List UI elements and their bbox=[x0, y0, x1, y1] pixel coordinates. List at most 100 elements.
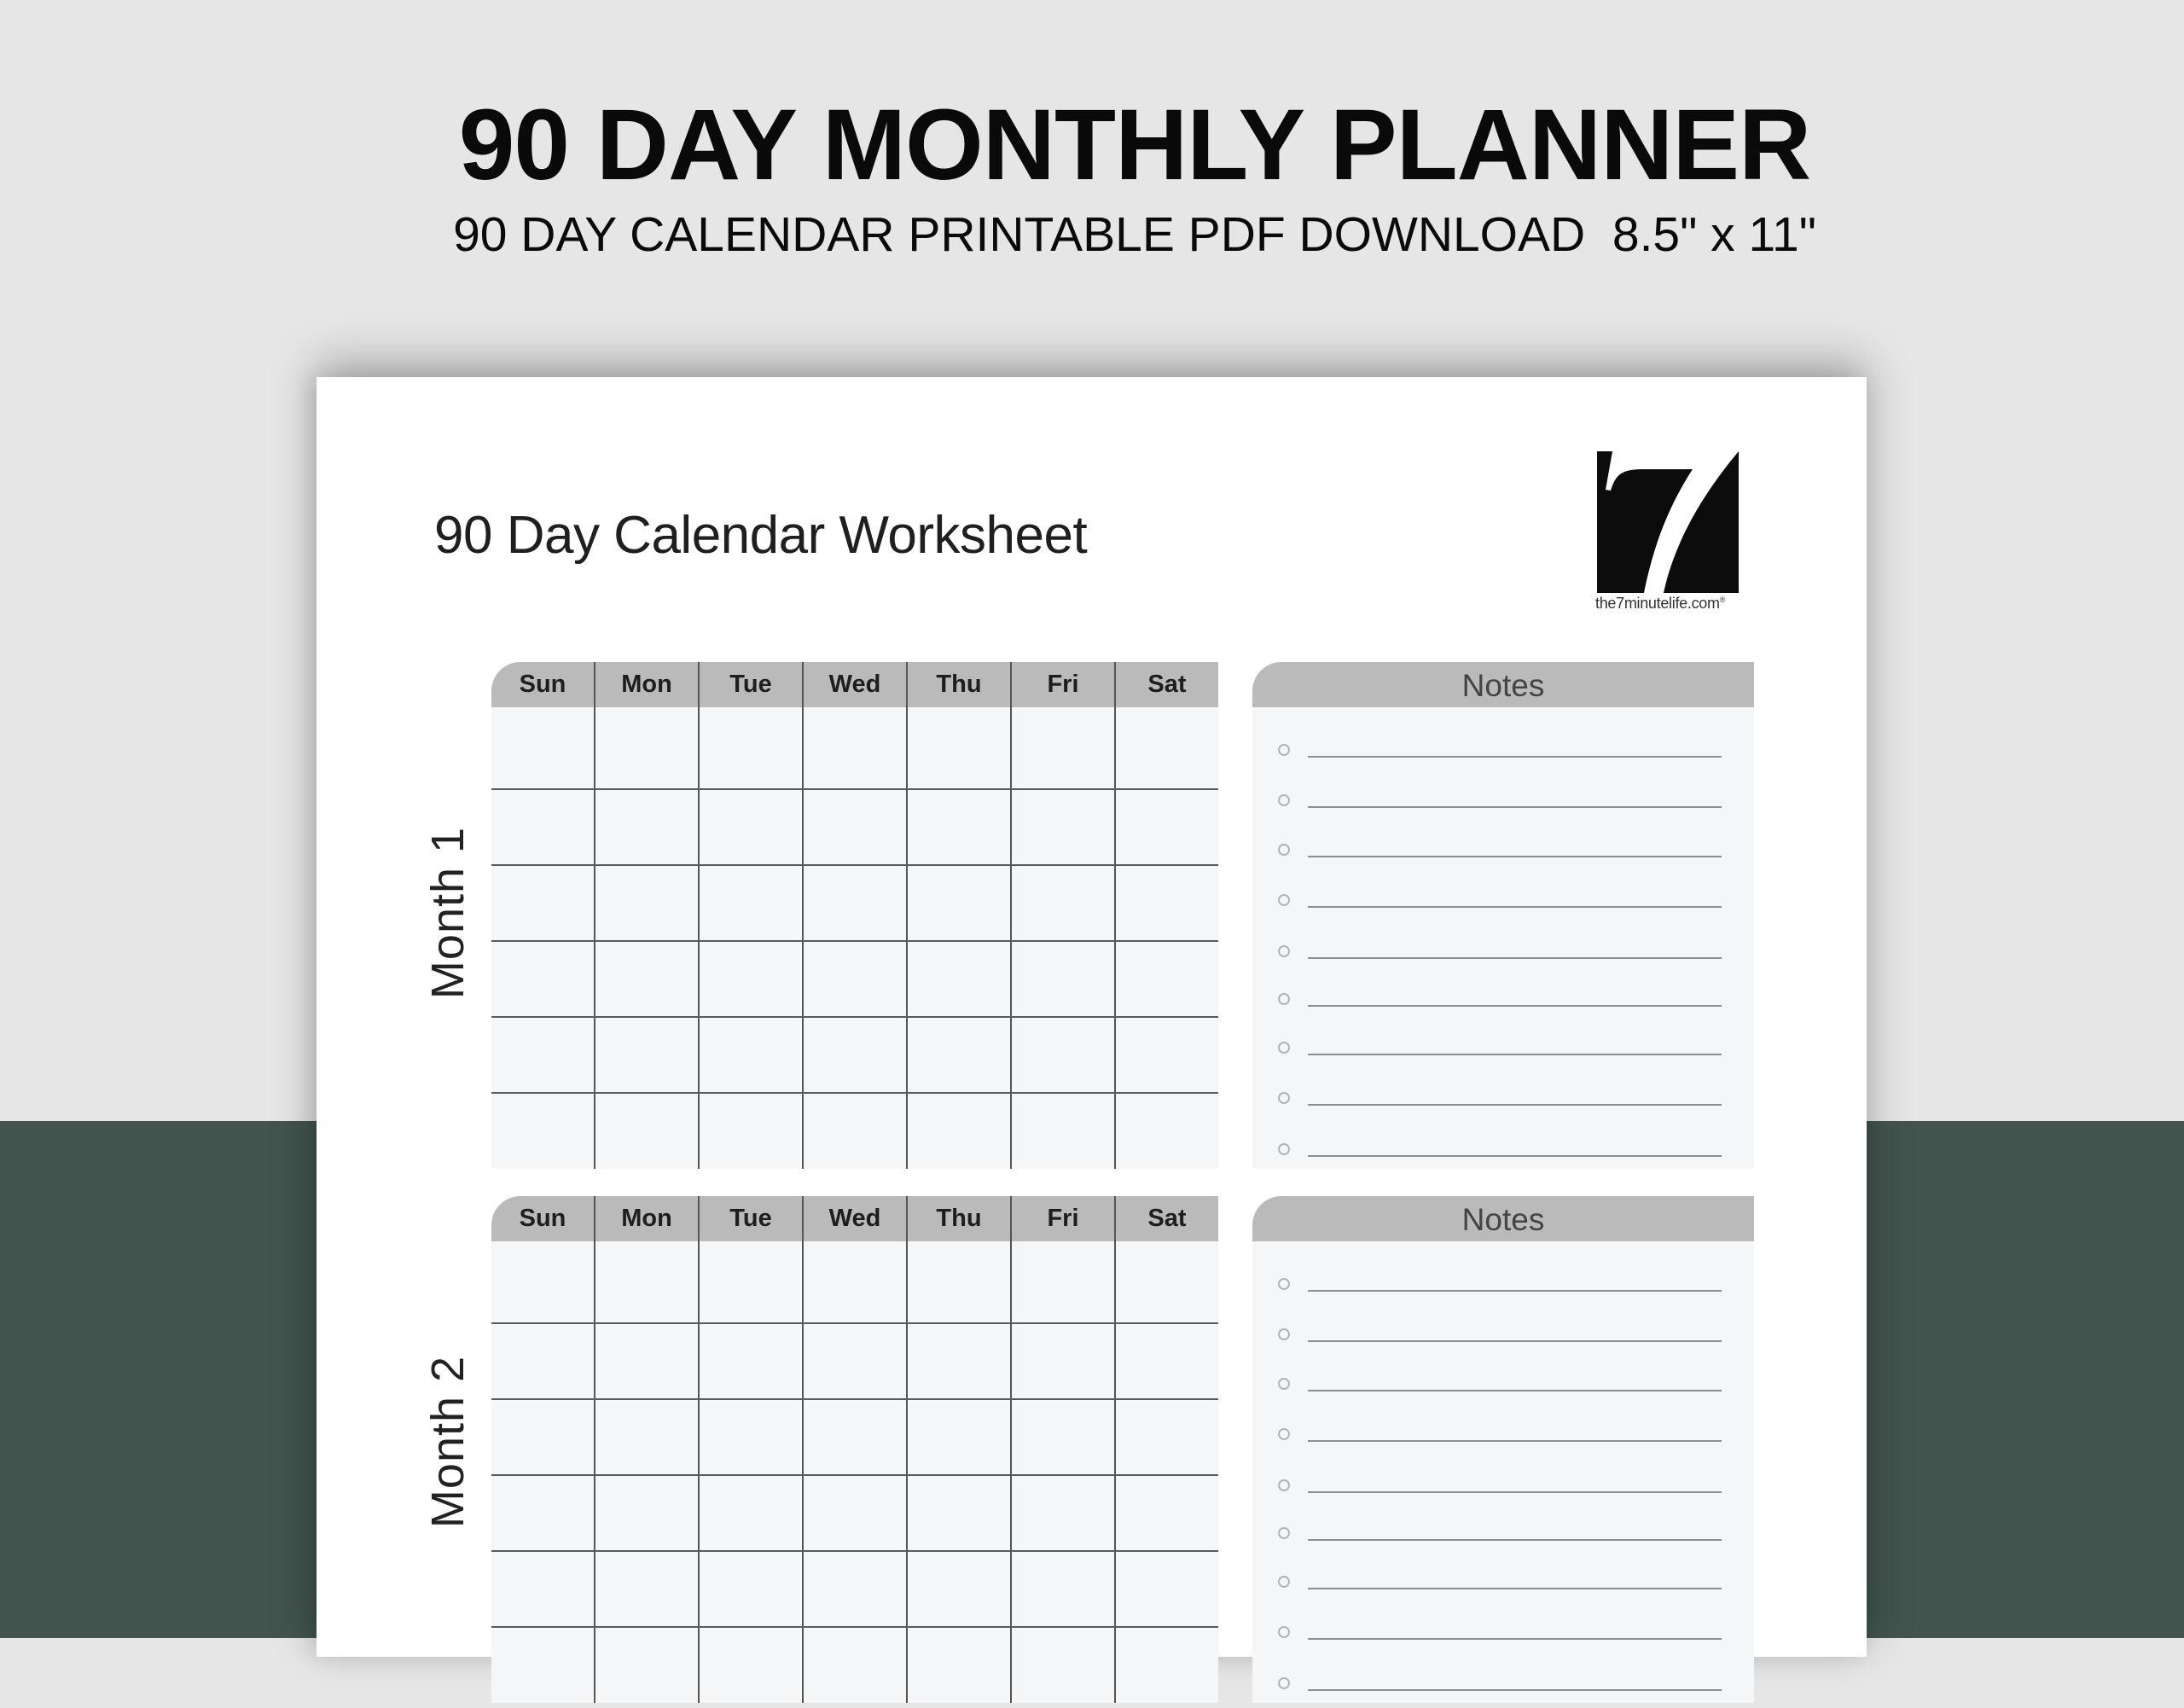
note-write-line[interactable] bbox=[1308, 1491, 1722, 1493]
note-item[interactable] bbox=[1252, 1042, 1754, 1072]
note-item[interactable] bbox=[1252, 1527, 1754, 1558]
calendar-day-cell[interactable] bbox=[1114, 1241, 1218, 1322]
calendar-day-cell[interactable] bbox=[906, 1094, 1010, 1169]
calendar-day-cell[interactable] bbox=[906, 1018, 1010, 1092]
calendar-day-cell[interactable] bbox=[906, 707, 1010, 788]
note-write-line[interactable] bbox=[1308, 957, 1722, 959]
note-item[interactable] bbox=[1252, 1576, 1754, 1606]
note-item[interactable] bbox=[1252, 1143, 1754, 1174]
calendar-day-cell[interactable] bbox=[594, 1400, 698, 1474]
calendar-day-cell[interactable] bbox=[802, 1241, 906, 1322]
circle-bullet-icon[interactable] bbox=[1278, 894, 1290, 906]
note-write-line[interactable] bbox=[1308, 1005, 1722, 1007]
note-write-line[interactable] bbox=[1308, 856, 1722, 857]
note-write-line[interactable] bbox=[1308, 1588, 1722, 1589]
note-write-line[interactable] bbox=[1308, 1340, 1722, 1342]
circle-bullet-icon[interactable] bbox=[1278, 1527, 1290, 1539]
circle-bullet-icon[interactable] bbox=[1278, 1626, 1290, 1638]
note-write-line[interactable] bbox=[1308, 1054, 1722, 1055]
calendar-day-cell[interactable] bbox=[491, 1018, 594, 1092]
calendar-day-cell[interactable] bbox=[802, 1552, 906, 1626]
calendar-day-cell[interactable] bbox=[802, 790, 906, 864]
circle-bullet-icon[interactable] bbox=[1278, 1092, 1290, 1104]
calendar-day-cell[interactable] bbox=[1114, 1476, 1218, 1550]
note-write-line[interactable] bbox=[1308, 1155, 1722, 1157]
calendar-day-cell[interactable] bbox=[698, 1018, 802, 1092]
calendar-day-cell[interactable] bbox=[698, 1552, 802, 1626]
calendar-day-cell[interactable] bbox=[1114, 942, 1218, 1016]
calendar-day-cell[interactable] bbox=[594, 1018, 698, 1092]
calendar-day-cell[interactable] bbox=[802, 1400, 906, 1474]
calendar-day-cell[interactable] bbox=[906, 866, 1010, 940]
calendar-day-cell[interactable] bbox=[698, 790, 802, 864]
calendar-day-cell[interactable] bbox=[491, 1241, 594, 1322]
circle-bullet-icon[interactable] bbox=[1278, 1677, 1290, 1689]
calendar-day-cell[interactable] bbox=[594, 942, 698, 1016]
calendar-day-cell[interactable] bbox=[491, 1552, 594, 1626]
calendar-day-cell[interactable] bbox=[698, 1476, 802, 1550]
note-write-line[interactable] bbox=[1308, 1638, 1722, 1640]
circle-bullet-icon[interactable] bbox=[1278, 1479, 1290, 1491]
note-item[interactable] bbox=[1252, 794, 1754, 825]
calendar-day-cell[interactable] bbox=[1010, 1018, 1114, 1092]
calendar-day-cell[interactable] bbox=[906, 1552, 1010, 1626]
calendar-day-cell[interactable] bbox=[594, 1241, 698, 1322]
calendar-day-cell[interactable] bbox=[802, 1018, 906, 1092]
calendar-day-cell[interactable] bbox=[698, 707, 802, 788]
calendar-day-cell[interactable] bbox=[1010, 1094, 1114, 1169]
circle-bullet-icon[interactable] bbox=[1278, 1042, 1290, 1054]
note-write-line[interactable] bbox=[1308, 1290, 1722, 1292]
note-write-line[interactable] bbox=[1308, 1689, 1722, 1691]
calendar-day-cell[interactable] bbox=[1010, 1324, 1114, 1398]
calendar-day-cell[interactable] bbox=[491, 707, 594, 788]
calendar-day-cell[interactable] bbox=[1010, 707, 1114, 788]
note-write-line[interactable] bbox=[1308, 756, 1722, 758]
calendar-day-cell[interactable] bbox=[698, 1094, 802, 1169]
calendar-day-cell[interactable] bbox=[491, 1094, 594, 1169]
calendar-day-cell[interactable] bbox=[1114, 1400, 1218, 1474]
calendar-day-cell[interactable] bbox=[491, 1324, 594, 1398]
circle-bullet-icon[interactable] bbox=[1278, 844, 1290, 856]
calendar-day-cell[interactable] bbox=[1114, 1018, 1218, 1092]
calendar-day-cell[interactable] bbox=[491, 1476, 594, 1550]
calendar-day-cell[interactable] bbox=[802, 1476, 906, 1550]
calendar-day-cell[interactable] bbox=[1114, 1552, 1218, 1626]
note-item[interactable] bbox=[1252, 1677, 1754, 1708]
calendar-day-cell[interactable] bbox=[906, 1241, 1010, 1322]
calendar-day-cell[interactable] bbox=[594, 1324, 698, 1398]
calendar-day-cell[interactable] bbox=[1010, 942, 1114, 1016]
calendar-day-cell[interactable] bbox=[491, 1400, 594, 1474]
calendar-day-cell[interactable] bbox=[1114, 1628, 1218, 1703]
calendar-day-cell[interactable] bbox=[1114, 707, 1218, 788]
note-item[interactable] bbox=[1252, 744, 1754, 775]
note-write-line[interactable] bbox=[1308, 1104, 1722, 1106]
calendar-day-cell[interactable] bbox=[491, 790, 594, 864]
circle-bullet-icon[interactable] bbox=[1278, 1143, 1290, 1155]
calendar-day-cell[interactable] bbox=[1114, 866, 1218, 940]
calendar-day-cell[interactable] bbox=[802, 1094, 906, 1169]
note-item[interactable] bbox=[1252, 1479, 1754, 1510]
note-write-line[interactable] bbox=[1308, 1440, 1722, 1442]
calendar-day-cell[interactable] bbox=[906, 1628, 1010, 1703]
calendar-day-cell[interactable] bbox=[1010, 1628, 1114, 1703]
calendar-day-cell[interactable] bbox=[802, 707, 906, 788]
note-item[interactable] bbox=[1252, 1378, 1754, 1409]
note-item[interactable] bbox=[1252, 1428, 1754, 1459]
circle-bullet-icon[interactable] bbox=[1278, 1378, 1290, 1390]
calendar-day-cell[interactable] bbox=[594, 866, 698, 940]
circle-bullet-icon[interactable] bbox=[1278, 1428, 1290, 1440]
calendar-day-cell[interactable] bbox=[491, 866, 594, 940]
calendar-day-cell[interactable] bbox=[802, 942, 906, 1016]
calendar-day-cell[interactable] bbox=[698, 1400, 802, 1474]
note-item[interactable] bbox=[1252, 1328, 1754, 1359]
calendar-day-cell[interactable] bbox=[802, 1324, 906, 1398]
note-item[interactable] bbox=[1252, 993, 1754, 1024]
calendar-day-cell[interactable] bbox=[1010, 790, 1114, 864]
calendar-day-cell[interactable] bbox=[1010, 1552, 1114, 1626]
calendar-day-cell[interactable] bbox=[491, 1628, 594, 1703]
calendar-day-cell[interactable] bbox=[594, 790, 698, 864]
note-write-line[interactable] bbox=[1308, 1390, 1722, 1391]
calendar-day-cell[interactable] bbox=[698, 1324, 802, 1398]
calendar-day-cell[interactable] bbox=[1114, 1324, 1218, 1398]
calendar-day-cell[interactable] bbox=[1114, 1094, 1218, 1169]
